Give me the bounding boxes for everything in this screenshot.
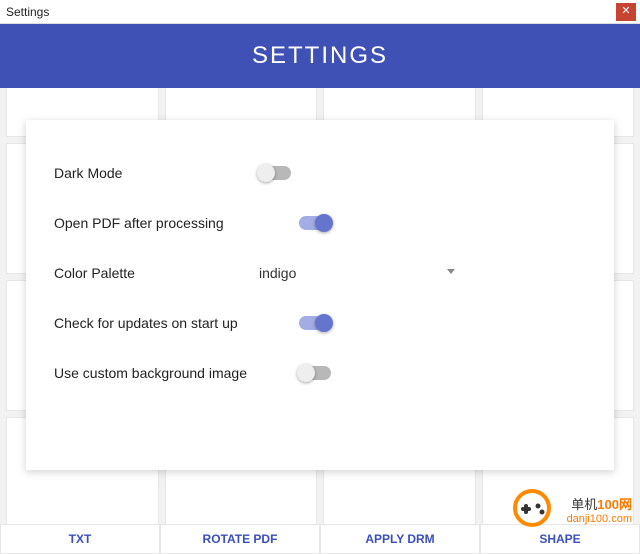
check-updates-label: Check for updates on start up — [54, 315, 299, 331]
bg-button[interactable]: APPLY DRM — [320, 524, 480, 554]
row-color-palette: Color Palette indigo — [54, 248, 586, 298]
toggle-knob — [257, 164, 275, 182]
settings-card: Dark Mode Open PDF after processing Colo… — [26, 120, 614, 470]
close-icon: ✕ — [621, 6, 630, 17]
toggle-knob — [315, 314, 333, 332]
window-titlebar: Settings ✕ — [0, 0, 640, 24]
settings-banner: SETTINGS — [0, 24, 640, 88]
color-palette-value: indigo — [259, 265, 296, 281]
dark-mode-label: Dark Mode — [54, 165, 259, 181]
toggle-knob — [315, 214, 333, 232]
close-button[interactable]: ✕ — [616, 3, 636, 21]
open-pdf-label: Open PDF after processing — [54, 215, 259, 231]
open-pdf-toggle[interactable] — [299, 216, 331, 230]
bg-button[interactable]: ROTATE PDF — [160, 524, 320, 554]
background-button-row: TXT ROTATE PDF APPLY DRM SHAPE — [0, 524, 640, 554]
check-updates-toggle[interactable] — [299, 316, 331, 330]
toggle-knob — [297, 364, 315, 382]
dark-mode-toggle[interactable] — [259, 166, 291, 180]
row-dark-mode: Dark Mode — [54, 148, 586, 198]
custom-bg-label: Use custom background image — [54, 365, 299, 381]
row-custom-bg: Use custom background image — [54, 348, 586, 398]
color-palette-dropdown[interactable]: indigo — [259, 257, 459, 289]
custom-bg-toggle[interactable] — [299, 366, 331, 380]
window-title: Settings — [6, 5, 49, 19]
bg-button[interactable]: TXT — [0, 524, 160, 554]
bg-button[interactable]: SHAPE — [480, 524, 640, 554]
chevron-down-icon — [447, 269, 455, 274]
banner-title: SETTINGS — [252, 42, 388, 70]
row-open-pdf: Open PDF after processing — [54, 198, 586, 248]
row-check-updates: Check for updates on start up — [54, 298, 586, 348]
color-palette-label: Color Palette — [54, 265, 259, 281]
